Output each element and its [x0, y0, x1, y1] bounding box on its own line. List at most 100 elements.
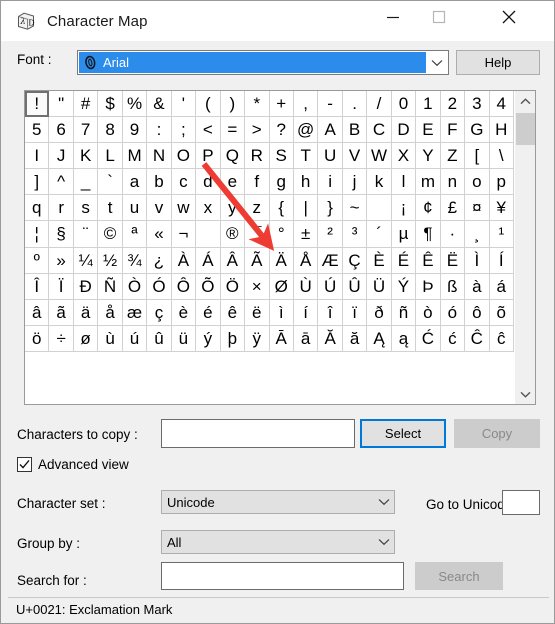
character-cell[interactable]: Ð	[73, 273, 99, 300]
character-cell[interactable]: ñ	[391, 299, 417, 326]
character-cell[interactable]: /	[367, 91, 392, 118]
chevron-down-icon[interactable]	[515, 384, 536, 404]
character-cell[interactable]: u	[122, 195, 148, 222]
character-cell[interactable]: C	[367, 117, 392, 144]
character-cell[interactable]: ü	[171, 325, 197, 352]
character-cell[interactable]: ò	[416, 299, 441, 326]
character-cell[interactable]: ´	[367, 221, 392, 248]
character-cell[interactable]: Ă	[318, 325, 343, 352]
character-cell[interactable]: ¯	[245, 221, 270, 248]
character-cell[interactable]: ·	[440, 221, 466, 248]
character-cell[interactable]: Þ	[416, 273, 441, 300]
character-cell[interactable]: i	[318, 169, 343, 196]
search-input[interactable]	[161, 562, 404, 590]
character-cell[interactable]: Õ	[196, 273, 221, 300]
character-cell[interactable]: Ú	[318, 273, 343, 300]
character-cell[interactable]: ²	[318, 221, 343, 248]
character-cell[interactable]: S	[269, 143, 294, 170]
character-cell[interactable]: Ô	[171, 273, 197, 300]
character-cell[interactable]: 4	[489, 91, 514, 118]
character-cell[interactable]: ®	[220, 221, 246, 248]
character-cell[interactable]: b	[147, 169, 172, 196]
search-button[interactable]: Search	[415, 562, 503, 590]
character-cell[interactable]: õ	[489, 299, 514, 326]
character-cell[interactable]: í	[293, 299, 319, 326]
character-cell[interactable]: ­	[196, 221, 221, 248]
character-cell[interactable]: ~	[342, 195, 368, 222]
character-cell[interactable]: è	[171, 299, 197, 326]
character-cell[interactable]: ?	[269, 117, 294, 144]
character-cell[interactable]: c	[171, 169, 197, 196]
character-cell[interactable]: ¸	[465, 221, 490, 248]
help-button[interactable]: Help	[456, 50, 540, 75]
character-cell[interactable]: ä	[73, 299, 99, 326]
character-grid[interactable]: ! " # $% & '() * +, -./0 1 2 3 4 5 6 7 8 9:; < = >? @ A B C D E F G H…	[25, 91, 514, 404]
character-cell[interactable]: «	[147, 221, 172, 248]
character-cell[interactable]: Ç	[342, 247, 368, 274]
character-cell[interactable]: ¹	[489, 221, 514, 248]
font-combobox[interactable]: Arial	[77, 50, 449, 75]
character-cell[interactable]: d	[196, 169, 221, 196]
character-cell[interactable]: ø	[73, 325, 99, 352]
character-cell[interactable]: þ	[220, 325, 246, 352]
character-cell[interactable]: Ü	[367, 273, 392, 300]
character-cell[interactable]: Ï	[49, 273, 74, 300]
chevron-down-icon[interactable]	[374, 538, 394, 546]
character-cell[interactable]: y	[220, 195, 246, 222]
character-cell[interactable]: Ä	[269, 247, 294, 274]
character-cell[interactable]: ă	[342, 325, 368, 352]
character-cell[interactable]: ¤	[465, 195, 490, 222]
character-cell[interactable]: ª	[122, 221, 148, 248]
character-cell[interactable]: 7	[73, 117, 99, 144]
character-cell[interactable]: }	[318, 195, 343, 222]
character-cell[interactable]: R	[245, 143, 270, 170]
character-cell[interactable]: V	[342, 143, 368, 170]
character-cell[interactable]: 9	[122, 117, 148, 144]
character-cell[interactable]: s	[73, 195, 99, 222]
character-cell[interactable]: ¦	[25, 221, 50, 248]
font-combobox-field[interactable]: Arial	[79, 52, 426, 73]
character-cell[interactable]: A	[318, 117, 343, 144]
character-cell[interactable]: @	[293, 117, 319, 144]
character-cell[interactable]: e	[220, 169, 246, 196]
select-button[interactable]: Select	[360, 419, 446, 448]
character-cell[interactable]: É	[391, 247, 417, 274]
character-cell[interactable]: ß	[440, 273, 466, 300]
character-cell[interactable]: l	[391, 169, 417, 196]
character-cell[interactable]: û	[147, 325, 172, 352]
character-cell[interactable]: {	[269, 195, 294, 222]
character-cell[interactable]: Ö	[220, 273, 246, 300]
character-cell[interactable]: 5	[25, 117, 50, 144]
character-cell[interactable]: ¡	[391, 195, 417, 222]
character-cell[interactable]: ā	[293, 325, 319, 352]
character-cell[interactable]: L	[98, 143, 123, 170]
character-cell[interactable]: ô	[465, 299, 490, 326]
character-cell[interactable]: )	[220, 91, 246, 118]
characters-to-copy-input[interactable]	[161, 419, 355, 448]
character-cell[interactable]: 6	[49, 117, 74, 144]
character-cell[interactable]: .	[342, 91, 368, 118]
character-cell[interactable]: U	[318, 143, 343, 170]
character-cell[interactable]: ¼	[73, 247, 99, 274]
character-cell[interactable]: =	[220, 117, 246, 144]
character-cell[interactable]: :	[147, 117, 172, 144]
character-cell[interactable]: é	[196, 299, 221, 326]
character-cell[interactable]: Å	[293, 247, 319, 274]
character-cell[interactable]: Q	[220, 143, 246, 170]
character-cell[interactable]: ą	[391, 325, 417, 352]
character-cell[interactable]: Æ	[318, 247, 343, 274]
character-cell[interactable]: Y	[416, 143, 441, 170]
character-cell[interactable]: ½	[98, 247, 123, 274]
character-cell[interactable]: Ë	[440, 247, 466, 274]
character-cell[interactable]: X	[391, 143, 417, 170]
character-cell[interactable]: <	[196, 117, 221, 144]
character-cell[interactable]: B	[342, 117, 368, 144]
character-cell[interactable]: ç	[147, 299, 172, 326]
character-cell[interactable]: Ì	[465, 247, 490, 274]
copy-button[interactable]: Copy	[454, 419, 540, 448]
character-cell[interactable]: p	[489, 169, 514, 196]
character-cell[interactable]: ć	[440, 325, 466, 352]
character-cell[interactable]: ï	[342, 299, 368, 326]
character-cell[interactable]: 0	[391, 91, 417, 118]
grid-scrollbar[interactable]	[514, 91, 535, 404]
